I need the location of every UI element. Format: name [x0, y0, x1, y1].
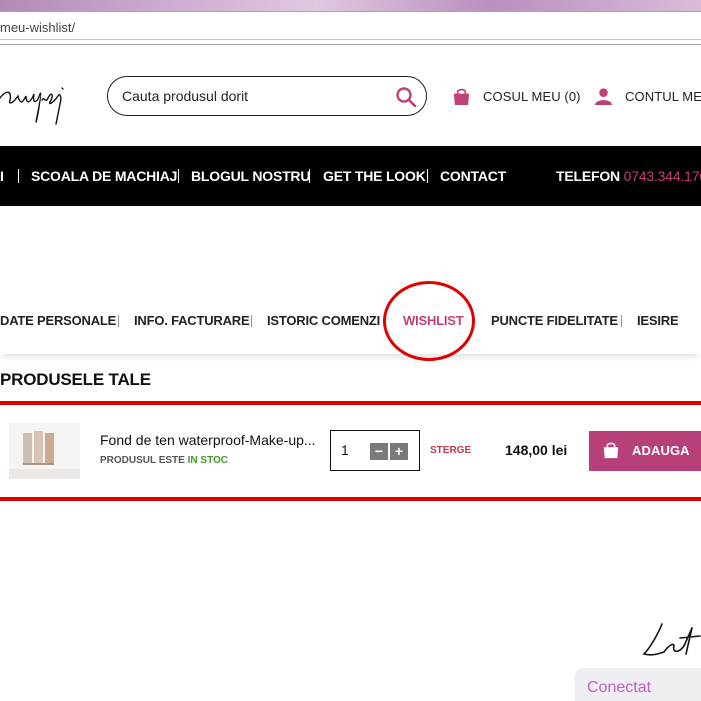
browser-address-bar[interactable]: meu-wishlist/: [0, 11, 701, 45]
product-price: 148,00 lei: [505, 442, 568, 458]
nav-separator: [427, 169, 428, 183]
nav-separator: [178, 169, 179, 183]
chat-widget[interactable]: Conectat: [575, 668, 701, 701]
account-label: CONTUL MEU: [625, 88, 701, 104]
nav-item-blogul-nostru[interactable]: BLOGUL NOSTRU: [191, 168, 310, 184]
product-thumbnail[interactable]: [9, 423, 80, 479]
account-tabs: DATE PERSONALE INFO. FACTURARE ISTORIC C…: [0, 288, 701, 354]
page: meu-wishlist/ COSUL MEU (0) CONTUL MEU I…: [0, 0, 701, 701]
nav-separator: [309, 169, 310, 183]
main-navigation: I SCOALA DE MACHIAJ BLOGUL NOSTRU GET TH…: [0, 146, 701, 206]
stock-prefix: PRODUSUL ESTE: [100, 455, 185, 466]
tab-date-personale[interactable]: DATE PERSONALE: [0, 313, 116, 328]
tab-separator: [251, 315, 252, 327]
highlight-line-top: [0, 401, 701, 405]
tab-istoric-comenzi[interactable]: ISTORIC COMENZI: [267, 313, 380, 328]
url-text[interactable]: meu-wishlist/: [0, 20, 75, 35]
cart-link[interactable]: COSUL MEU (0): [452, 85, 581, 107]
shopping-bag-icon: [603, 442, 619, 459]
search-icon[interactable]: [394, 85, 418, 109]
tab-iesire[interactable]: IESIRE: [637, 313, 679, 328]
decorative-script: [642, 623, 701, 656]
increase-quantity-button[interactable]: +: [390, 443, 408, 460]
search-input[interactable]: [122, 86, 382, 106]
search-box[interactable]: [107, 76, 427, 116]
quantity-stepper: − +: [330, 430, 420, 471]
phone-number[interactable]: 0743.344.176: [624, 168, 701, 184]
account-link[interactable]: CONTUL MEU: [594, 85, 701, 107]
top-banner-image: [0, 0, 701, 11]
delete-button[interactable]: STERGE: [430, 445, 471, 456]
nav-item-scoala-de-machiaj[interactable]: SCOALA DE MACHIAJ: [31, 168, 177, 184]
tab-separator: [118, 315, 119, 327]
add-to-cart-label: ADAUGA: [632, 443, 690, 458]
quantity-input[interactable]: [341, 441, 361, 459]
phone-label: TELEFON: [556, 168, 620, 184]
cart-label: COSUL MEU (0): [483, 88, 581, 104]
add-to-cart-button[interactable]: ADAUGA: [589, 431, 701, 471]
highlight-line-bottom: [0, 497, 701, 501]
product-name[interactable]: Fond de ten waterproof-Make-up...: [100, 432, 316, 448]
nav-item-get-the-look[interactable]: GET THE LOOK: [323, 168, 426, 184]
highlight-circle-annotation: [383, 281, 475, 361]
section-title: PRODUSELE TALE: [0, 370, 151, 389]
chat-status-label: Conectat: [587, 679, 652, 696]
stock-value: IN STOC: [187, 455, 229, 466]
shopping-bag-icon: [453, 88, 470, 105]
tab-separator: [621, 315, 622, 327]
nav-item-partial[interactable]: I: [0, 168, 4, 184]
toolbar-divider: [0, 39, 701, 40]
user-icon: [594, 87, 613, 105]
tab-puncte-fidelitate[interactable]: PUNCTE FIDELITATE: [491, 313, 618, 328]
nav-separator: [18, 169, 19, 183]
phone-info: TELEFON 0743.344.176: [556, 168, 701, 184]
site-logo[interactable]: [0, 76, 70, 126]
tab-info-facturare[interactable]: INFO. FACTURARE: [134, 313, 250, 328]
decrease-quantity-button[interactable]: −: [370, 443, 388, 460]
nav-item-contact[interactable]: CONTACT: [440, 168, 506, 184]
stock-status: PRODUSUL ESTE IN STOC: [100, 455, 228, 466]
